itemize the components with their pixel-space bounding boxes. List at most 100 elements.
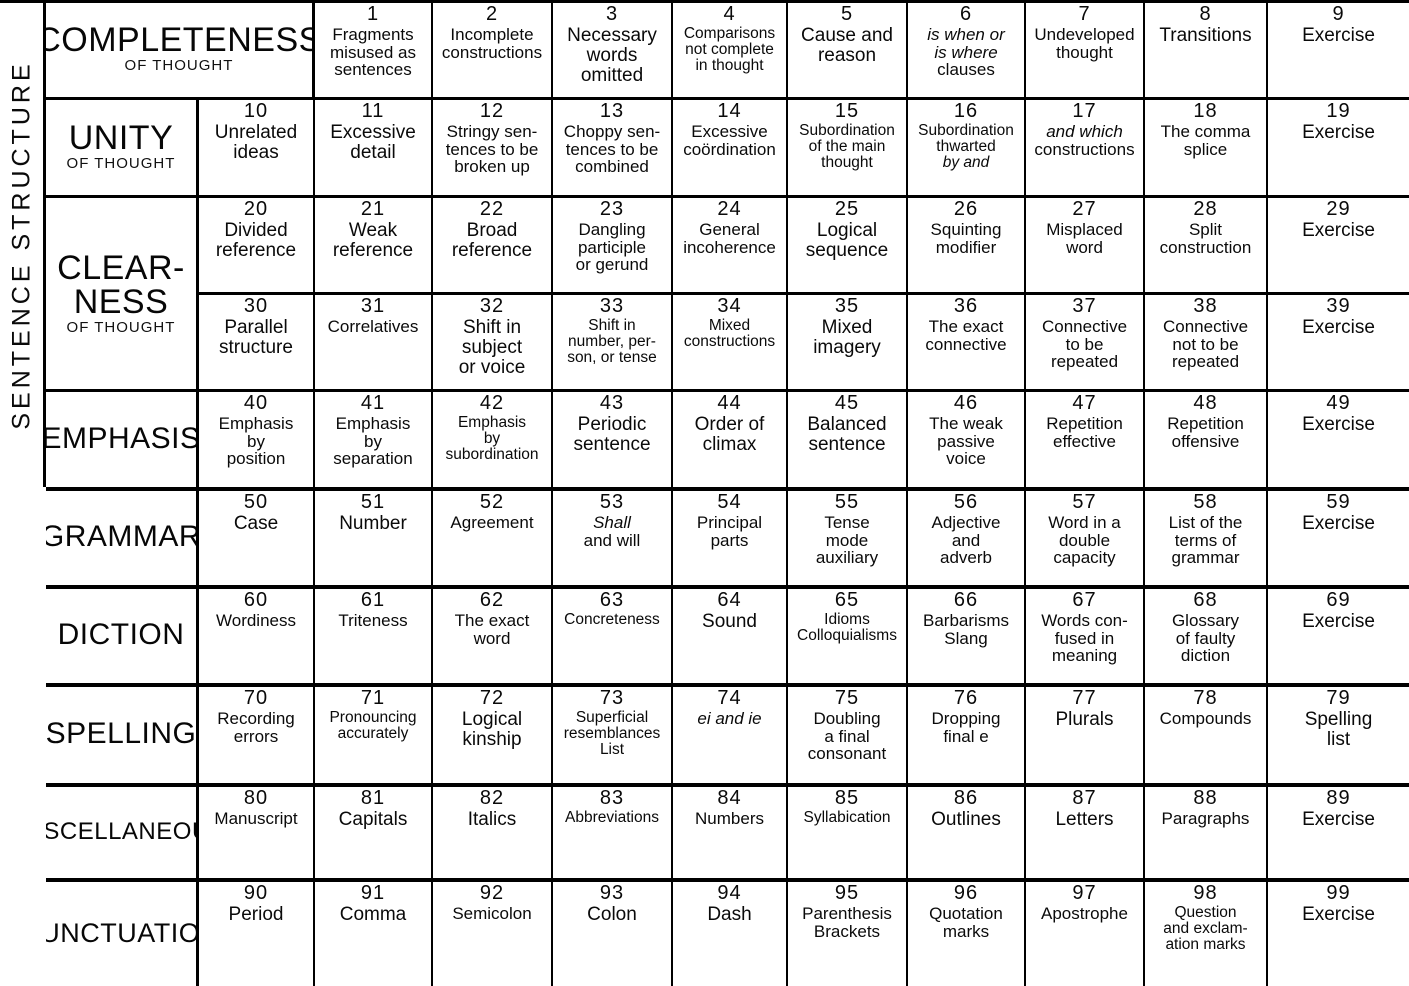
- rule-cell-82[interactable]: 82 Italics: [433, 787, 553, 878]
- rule-cell-8[interactable]: 8 Transitions: [1145, 3, 1268, 97]
- rule-cell-92[interactable]: 92 Semicolon: [433, 882, 553, 986]
- rule-cell-58[interactable]: 58 List of the terms of grammar: [1145, 491, 1268, 585]
- rule-cell-85[interactable]: 85 Syllabication: [788, 787, 908, 878]
- rule-cell-25[interactable]: 25 Logical sequence: [788, 198, 908, 292]
- rule-cell-73[interactable]: 73 Superficial resemblances List: [553, 687, 673, 783]
- rule-cell-61[interactable]: 61 Triteness: [315, 589, 433, 683]
- rule-cell-69[interactable]: 69 Exercise: [1268, 589, 1409, 683]
- rule-cell-21[interactable]: 21 Weak reference: [315, 198, 433, 292]
- rule-cell-33[interactable]: 33 Shift in number, per-son, or tense: [553, 295, 673, 389]
- rule-cell-11[interactable]: 11 Excessive detail: [315, 100, 433, 195]
- rule-cell-96[interactable]: 96 Quotation marks: [908, 882, 1026, 986]
- rule-cell-16[interactable]: 16 Subordination thwarted by and: [908, 100, 1026, 195]
- rule-cell-93[interactable]: 93 Colon: [553, 882, 673, 986]
- rule-cell-4[interactable]: 4 Comparisons not complete in thought: [673, 3, 788, 97]
- rule-cell-46[interactable]: 46 The weak passive voice: [908, 392, 1026, 487]
- rule-cell-74[interactable]: 74 ei and ie: [673, 687, 788, 783]
- rule-cell-83[interactable]: 83 Abbreviations: [553, 787, 673, 878]
- rule-cell-63[interactable]: 63 Concreteness: [553, 589, 673, 683]
- rule-cell-39[interactable]: 39 Exercise: [1268, 295, 1409, 389]
- rule-cell-40[interactable]: 40 Emphasis by position: [199, 392, 315, 487]
- rule-cell-78[interactable]: 78 Compounds: [1145, 687, 1268, 783]
- rule-cell-66[interactable]: 66 Barbarisms Slang: [908, 589, 1026, 683]
- rule-cell-57[interactable]: 57 Word in a double capacity: [1026, 491, 1145, 585]
- rule-cell-70[interactable]: 70 Recording errors: [199, 687, 315, 783]
- rule-cell-42[interactable]: 42 Emphasis by subordination: [433, 392, 553, 487]
- rule-cell-32[interactable]: 32 Shift in subject or voice: [433, 295, 553, 389]
- rule-cell-81[interactable]: 81 Capitals: [315, 787, 433, 878]
- rule-cell-65[interactable]: 65 Idioms Colloquialisms: [788, 589, 908, 683]
- rule-cell-43[interactable]: 43 Periodic sentence: [553, 392, 673, 487]
- rule-cell-23[interactable]: 23 Dangling participle or gerund: [553, 198, 673, 292]
- rule-cell-3[interactable]: 3 Necessary words omitted: [553, 3, 673, 97]
- rule-cell-95[interactable]: 95 Parenthesis Brackets: [788, 882, 908, 986]
- rule-cell-53[interactable]: 53 Shall and will: [553, 491, 673, 585]
- rule-number: 71: [360, 687, 386, 709]
- rule-cell-29[interactable]: 29 Exercise: [1268, 198, 1409, 292]
- rule-cell-22[interactable]: 22 Broad reference: [433, 198, 553, 292]
- rule-cell-12[interactable]: 12 Stringy sen-tences to be broken up: [433, 100, 553, 195]
- rule-cell-60[interactable]: 60 Wordiness: [199, 589, 315, 683]
- rule-cell-35[interactable]: 35 Mixed imagery: [788, 295, 908, 389]
- rule-cell-59[interactable]: 59 Exercise: [1268, 491, 1409, 585]
- rule-cell-75[interactable]: 75 Doubling a final consonant: [788, 687, 908, 783]
- rule-cell-91[interactable]: 91 Comma: [315, 882, 433, 986]
- rule-cell-30[interactable]: 30 Parallel structure: [199, 295, 315, 389]
- rule-cell-94[interactable]: 94 Dash: [673, 882, 788, 986]
- rule-cell-87[interactable]: 87 Letters: [1026, 787, 1145, 878]
- rule-cell-64[interactable]: 64 Sound: [673, 589, 788, 683]
- rule-cell-13[interactable]: 13 Choppy sen-tences to be combined: [553, 100, 673, 195]
- rule-cell-72[interactable]: 72 Logical kinship: [433, 687, 553, 783]
- rule-cell-90[interactable]: 90 Period: [199, 882, 315, 986]
- rule-cell-10[interactable]: 10 Unrelated ideas: [199, 100, 315, 195]
- rule-cell-24[interactable]: 24 General incoherence: [673, 198, 788, 292]
- rule-cell-48[interactable]: 48 Repetition offensive: [1145, 392, 1268, 487]
- rule-cell-38[interactable]: 38 Connective not to be repeated: [1145, 295, 1268, 389]
- rule-cell-68[interactable]: 68 Glossary of faulty diction: [1145, 589, 1268, 683]
- rule-cell-80[interactable]: 80 Manuscript: [199, 787, 315, 878]
- rule-cell-31[interactable]: 31 Correlatives: [315, 295, 433, 389]
- rule-cell-5[interactable]: 5 Cause and reason: [788, 3, 908, 97]
- rule-cell-19[interactable]: 19 Exercise: [1268, 100, 1409, 195]
- rule-cell-6[interactable]: 6 is when or is where clauses: [908, 3, 1026, 97]
- rule-cell-56[interactable]: 56 Adjective and adverb: [908, 491, 1026, 585]
- rule-cell-27[interactable]: 27 Misplaced word: [1026, 198, 1145, 292]
- rule-cell-76[interactable]: 76 Dropping final e: [908, 687, 1026, 783]
- rule-cell-26[interactable]: 26 Squinting modifier: [908, 198, 1026, 292]
- rule-cell-9[interactable]: 9 Exercise: [1268, 3, 1409, 97]
- rule-cell-51[interactable]: 51 Number: [315, 491, 433, 585]
- rule-cell-49[interactable]: 49 Exercise: [1268, 392, 1409, 487]
- rule-cell-2[interactable]: 2 Incomplete constructions: [433, 3, 553, 97]
- rule-cell-52[interactable]: 52 Agreement: [433, 491, 553, 585]
- rule-cell-20[interactable]: 20 Divided reference: [199, 198, 315, 292]
- rule-cell-88[interactable]: 88 Paragraphs: [1145, 787, 1268, 878]
- rule-cell-97[interactable]: 97 Apostrophe: [1026, 882, 1145, 986]
- rule-cell-79[interactable]: 79 Spelling list: [1268, 687, 1409, 783]
- rule-cell-86[interactable]: 86 Outlines: [908, 787, 1026, 878]
- rule-cell-41[interactable]: 41 Emphasis by separation: [315, 392, 433, 487]
- rule-cell-67[interactable]: 67 Words con-fused in meaning: [1026, 589, 1145, 683]
- rule-cell-44[interactable]: 44 Order of climax: [673, 392, 788, 487]
- rule-cell-47[interactable]: 47 Repetition effective: [1026, 392, 1145, 487]
- rule-cell-28[interactable]: 28 Split construction: [1145, 198, 1268, 292]
- rule-cell-50[interactable]: 50 Case: [199, 491, 315, 585]
- rule-cell-77[interactable]: 77 Plurals: [1026, 687, 1145, 783]
- rule-cell-15[interactable]: 15 Subordination of the main thought: [788, 100, 908, 195]
- rule-cell-14[interactable]: 14 Excessive coördination: [673, 100, 788, 195]
- rule-cell-89[interactable]: 89 Exercise: [1268, 787, 1409, 878]
- rule-cell-55[interactable]: 55 Tense mode auxiliary: [788, 491, 908, 585]
- rule-cell-36[interactable]: 36 The exact connective: [908, 295, 1026, 389]
- rule-cell-54[interactable]: 54 Principal parts: [673, 491, 788, 585]
- rule-cell-98[interactable]: 98 Question and exclam-ation marks: [1145, 882, 1268, 986]
- rule-cell-45[interactable]: 45 Balanced sentence: [788, 392, 908, 487]
- rule-cell-34[interactable]: 34 Mixed constructions: [673, 295, 788, 389]
- rule-cell-18[interactable]: 18 The comma splice: [1145, 100, 1268, 195]
- rule-cell-99[interactable]: 99 Exercise: [1268, 882, 1409, 986]
- rule-cell-37[interactable]: 37 Connective to be repeated: [1026, 295, 1145, 389]
- rule-cell-84[interactable]: 84 Numbers: [673, 787, 788, 878]
- rule-cell-17[interactable]: 17 and which constructions: [1026, 100, 1145, 195]
- rule-cell-1[interactable]: 1 Fragments misused as sentences: [315, 3, 433, 97]
- rule-cell-7[interactable]: 7 Undeveloped thought: [1026, 3, 1145, 97]
- rule-cell-62[interactable]: 62 The exact word: [433, 589, 553, 683]
- rule-cell-71[interactable]: 71 Pronouncing accurately: [315, 687, 433, 783]
